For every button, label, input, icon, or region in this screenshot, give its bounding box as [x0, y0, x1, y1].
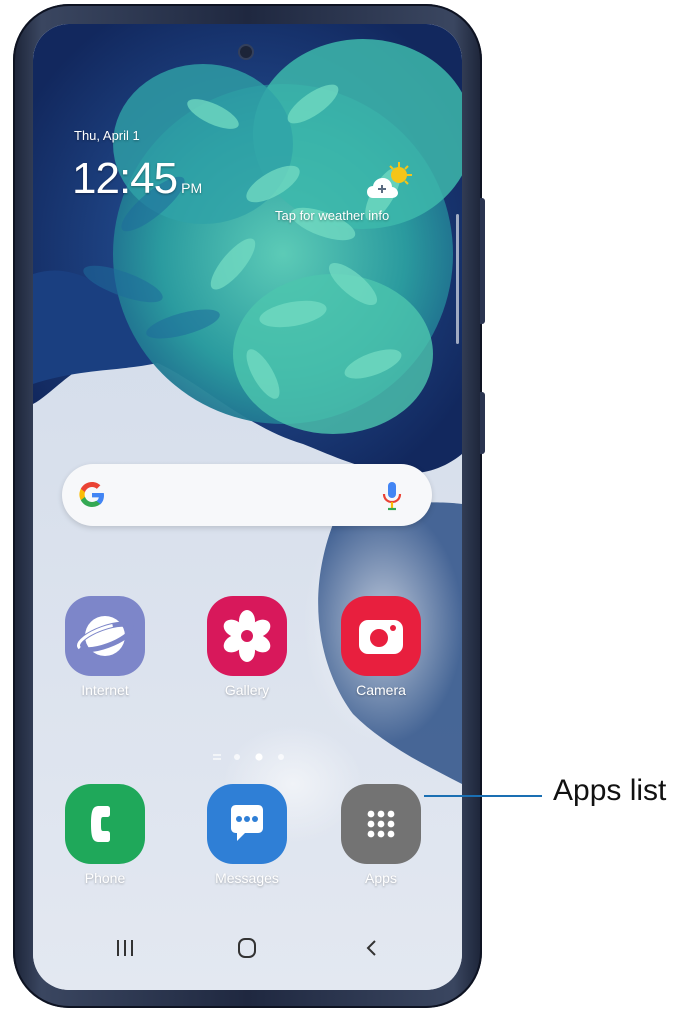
apps-grid-icon — [341, 784, 421, 864]
internet-planet-icon — [65, 596, 145, 676]
app-label: Messages — [215, 870, 279, 886]
app-phone[interactable]: Phone — [55, 784, 155, 886]
clock[interactable]: 12:45 PM — [72, 154, 202, 204]
edge-panel-handle[interactable] — [456, 214, 459, 344]
recents-icon[interactable] — [105, 934, 145, 962]
callout-line — [424, 795, 542, 797]
app-label: Internet — [81, 682, 129, 698]
clock-time: 12:45 — [72, 154, 178, 203]
phone-handset-icon — [65, 784, 145, 864]
app-apps-list[interactable]: Apps — [331, 784, 431, 886]
front-camera — [240, 46, 252, 58]
microphone-icon[interactable] — [380, 480, 404, 512]
weather-prompt[interactable]: Tap for weather info — [275, 208, 389, 223]
message-bubble-icon — [207, 784, 287, 864]
app-internet[interactable]: Internet — [55, 596, 155, 698]
camera-icon — [341, 596, 421, 676]
clock-ampm: PM — [181, 180, 203, 196]
google-search-bar[interactable] — [62, 464, 432, 526]
app-label: Gallery — [224, 682, 270, 698]
callout-label: Apps list — [553, 774, 667, 807]
side-key — [480, 392, 485, 454]
app-label: Phone — [84, 870, 126, 886]
app-messages[interactable]: Messages — [197, 784, 297, 886]
app-label: Apps — [365, 870, 397, 886]
date-text: Thu, April 1 — [74, 128, 140, 143]
device-illustration: Thu, April 1 12:45 PM Tap for weather inf… — [0, 0, 695, 1014]
app-camera[interactable]: Camera — [331, 596, 431, 698]
volume-button — [480, 198, 485, 324]
home-icon[interactable] — [227, 934, 267, 962]
app-gallery[interactable]: Gallery — [197, 596, 297, 698]
back-icon[interactable] — [351, 934, 391, 962]
gallery-flower-icon — [207, 596, 287, 676]
home-screen: Thu, April 1 12:45 PM Tap for weather inf… — [33, 24, 462, 990]
google-g-icon — [79, 482, 104, 507]
page-indicator[interactable] — [207, 751, 297, 763]
partly-sunny-add-icon[interactable] — [367, 160, 417, 204]
app-label: Camera — [356, 682, 406, 698]
